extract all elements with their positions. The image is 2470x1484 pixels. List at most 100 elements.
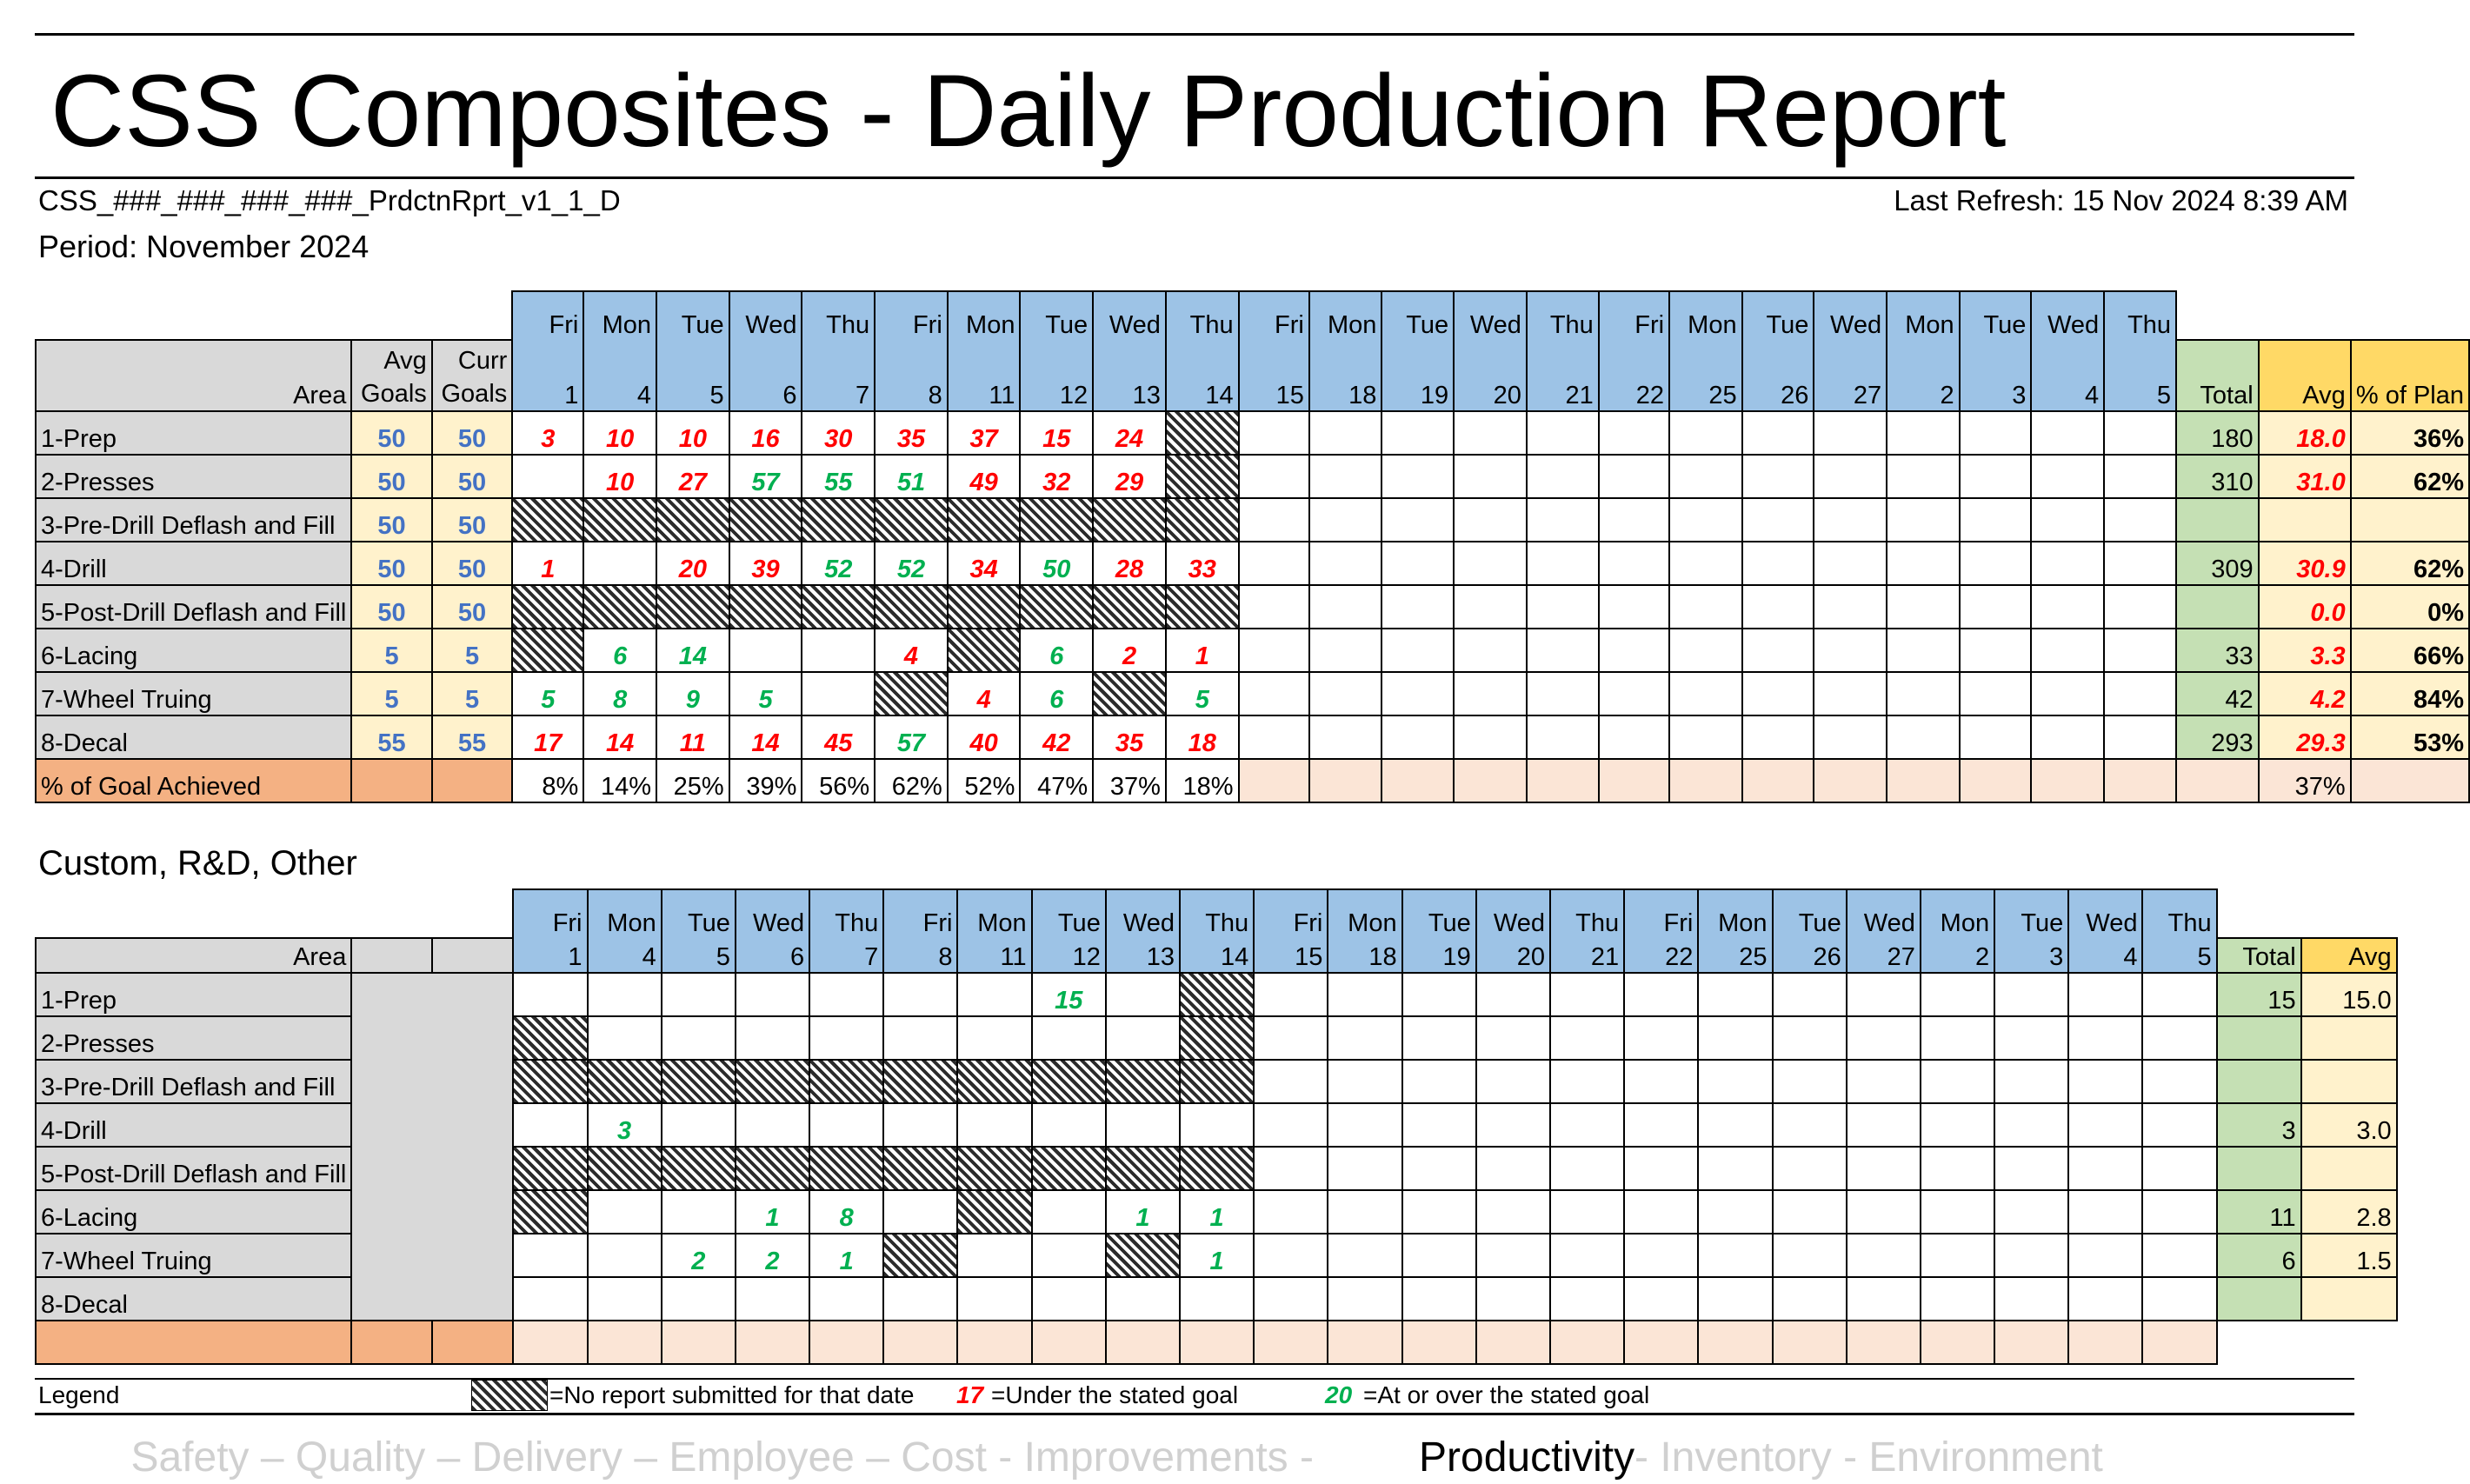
no-report-cell xyxy=(511,628,585,673)
empty-day-cell xyxy=(1548,1189,1626,1234)
empty-day-cell xyxy=(1813,541,1888,586)
production-value xyxy=(512,1276,589,1321)
empty-day-cell xyxy=(1845,1015,1921,1061)
no-report-cell xyxy=(1104,1146,1182,1191)
empty-day-cell xyxy=(1381,628,1455,673)
no-report-cell xyxy=(882,1059,959,1104)
area-header: Area xyxy=(34,339,353,412)
empty-day-cell xyxy=(1253,1102,1329,1148)
day-name-cell: Mon xyxy=(586,888,662,938)
goal-achieved-blank xyxy=(430,758,514,803)
empty-day-cell xyxy=(1525,715,1600,760)
no-report-cell xyxy=(801,584,876,629)
area-label: 2-Presses xyxy=(34,1015,353,1061)
area-label: 5-Post-Drill Deflash and Fill xyxy=(34,584,353,629)
row-avg: 29.3 xyxy=(2257,715,2352,760)
row-total: 6 xyxy=(2215,1233,2302,1278)
production-value: 3 xyxy=(511,410,585,456)
production-value: 10 xyxy=(656,410,730,456)
production-value: 5 xyxy=(1164,671,1240,716)
no-report-cell xyxy=(586,1059,662,1104)
summary-empty xyxy=(1179,1320,1255,1365)
custom-column-header-row: Area 1 4 5 6 7 8 11 12 13 14 15 18 19 20 21 22 25 26 27 2 3 4 5… xyxy=(34,937,2398,974)
no-report-cell xyxy=(1092,497,1167,542)
row-total xyxy=(2215,1146,2302,1191)
empty-day-cell xyxy=(1697,1189,1774,1234)
empty-day-cell xyxy=(1525,497,1600,542)
top-rule xyxy=(35,33,2354,36)
day-name-cell: Wed xyxy=(2067,888,2144,938)
empty-day-cell xyxy=(1475,972,1551,1017)
day-name-cell: Wed xyxy=(2030,290,2106,340)
empty-day-cell xyxy=(1958,671,2033,716)
production-value xyxy=(586,1233,662,1278)
table-row: 3-Pre-Drill Deflash and Fill 50 50 xyxy=(34,497,2470,542)
row-pct-of-plan: 62% xyxy=(2349,541,2470,586)
day-name-cell: Mon xyxy=(1308,290,1383,340)
date-cell: 3 xyxy=(1958,340,2033,412)
empty-day-cell xyxy=(1327,1015,1403,1061)
empty-day-cell xyxy=(2067,1146,2144,1191)
day-name-cell: Wed xyxy=(728,290,803,340)
empty-day-cell xyxy=(1597,497,1671,542)
row-pct-of-plan: 84% xyxy=(2349,671,2470,716)
no-report-cell xyxy=(1104,1059,1182,1104)
goal-achieved-empty xyxy=(1381,758,1455,803)
day-name-cell: Tue xyxy=(1030,888,1107,938)
empty-day-cell xyxy=(1994,1189,2070,1234)
empty-day-cell xyxy=(2103,410,2178,456)
footer-before: Safety – Quality – Delivery – Employee –… xyxy=(130,1434,1314,1481)
day-name-cell: Mon xyxy=(1327,888,1403,938)
day-name-cell: Thu xyxy=(801,290,876,340)
empty-day-cell xyxy=(1771,1059,1848,1104)
empty-day-cell xyxy=(1741,715,1815,760)
curr-goal-value: 5 xyxy=(430,628,514,673)
custom-day-name-row: Fri Mon Tue Wed Thu Fri Mon Tue Wed Thu Fri Mon Tue W… xyxy=(36,888,2397,938)
row-total: 309 xyxy=(2175,541,2260,586)
row-avg xyxy=(2300,1146,2398,1191)
summary-empty xyxy=(586,1320,662,1365)
total-header: Total xyxy=(2215,937,2302,974)
summary-empty xyxy=(2067,1320,2144,1365)
no-report-cell xyxy=(946,584,1022,629)
empty-day-cell xyxy=(1886,715,1961,760)
day-name-row: Fri Mon Tue Wed Thu Fri Mon Tue Wed Thu Fri Mon Tue W… xyxy=(36,290,2469,340)
production-value xyxy=(1104,1015,1182,1061)
empty-day-cell xyxy=(1668,541,1743,586)
empty-day-cell xyxy=(2030,628,2106,673)
date-cell: 21 xyxy=(1525,340,1600,412)
day-name-cell: Mon xyxy=(946,290,1022,340)
date-cell: 27 xyxy=(1845,938,1921,974)
row-avg: 30.9 xyxy=(2257,541,2352,586)
production-value: 20 xyxy=(656,541,730,586)
goal-achieved-value: 14% xyxy=(583,758,657,803)
area-label: 4-Drill xyxy=(34,1102,353,1148)
empty-day-cell xyxy=(2141,1102,2218,1148)
avg-goal-value: 5 xyxy=(350,671,433,716)
summary-empty xyxy=(882,1320,959,1365)
empty-day-cell xyxy=(1919,1276,1996,1321)
production-value: 51 xyxy=(874,454,949,499)
row-avg: 3.0 xyxy=(2300,1102,2398,1148)
production-value: 24 xyxy=(1092,410,1167,456)
goal-achieved-value: 8% xyxy=(511,758,585,803)
row-total xyxy=(2175,497,2260,542)
empty-day-cell xyxy=(1237,410,1310,456)
custom-table: Fri Mon Tue Wed Thu Fri Mon Tue Wed Thu Fri Mon Tue W… xyxy=(34,888,2398,1365)
production-value: 2 xyxy=(734,1233,811,1278)
empty-day-cell xyxy=(1401,1276,1477,1321)
empty-day-cell xyxy=(1623,1102,1700,1148)
empty-day-cell xyxy=(2067,1233,2144,1278)
header-spacer xyxy=(2176,291,2259,340)
empty-day-cell xyxy=(1813,497,1888,542)
empty-day-cell xyxy=(1845,1233,1921,1278)
day-name-cell: Tue xyxy=(1019,290,1095,340)
production-value xyxy=(660,1015,736,1061)
empty-day-cell xyxy=(1327,1276,1403,1321)
avg-goals-header-line1: Avg xyxy=(383,347,427,375)
production-value: 45 xyxy=(801,715,876,760)
date-cell: 2 xyxy=(1919,938,1996,974)
empty-day-cell xyxy=(1525,584,1600,629)
production-value xyxy=(728,628,803,673)
day-name-cell: Wed xyxy=(1475,888,1551,938)
